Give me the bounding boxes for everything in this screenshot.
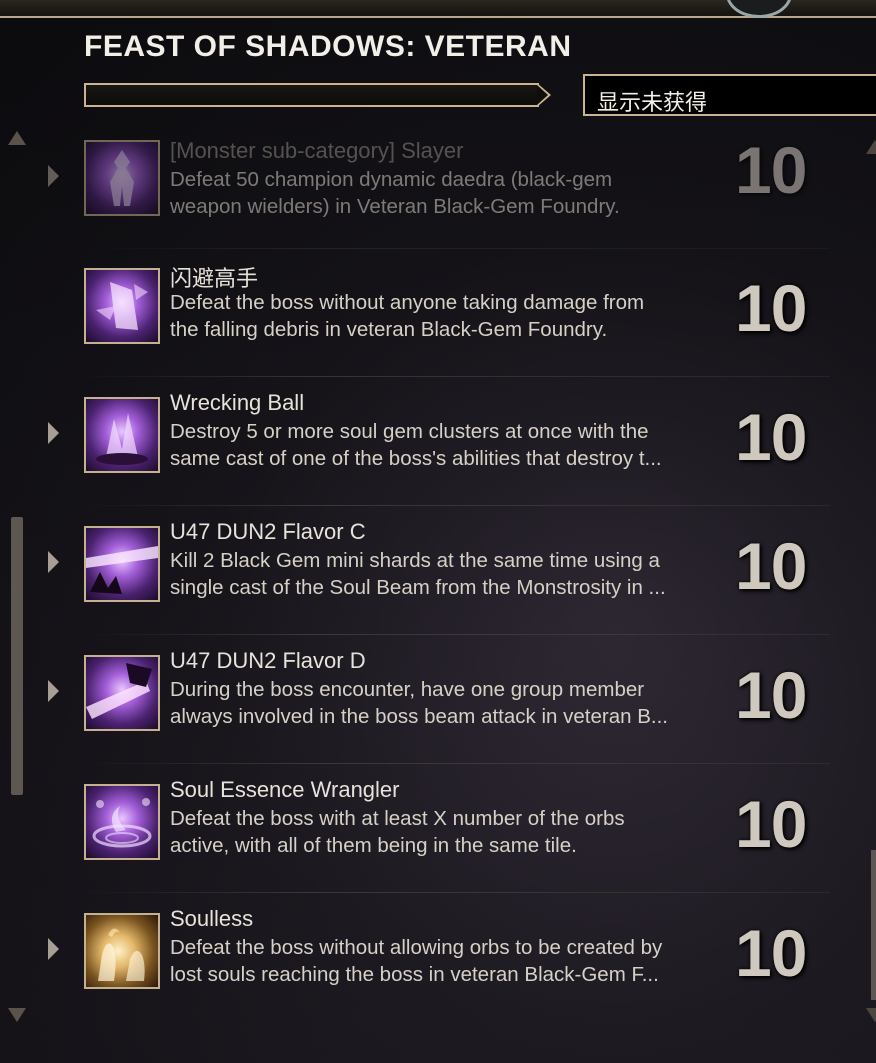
- category-progress-bar: [84, 83, 539, 107]
- scrollbar-thumb[interactable]: [11, 517, 23, 795]
- achievement-description: Destroy 5 or more soul gem clusters at o…: [170, 420, 662, 470]
- right-scrollbar-thumb[interactable]: [871, 850, 876, 1000]
- achievement-row[interactable]: [Monster sub-category] Slayer Defeat 50 …: [40, 130, 830, 250]
- achievement-points: 10: [735, 400, 807, 474]
- beam-attack-icon: [84, 655, 160, 731]
- achievement-row[interactable]: U47 DUN2 Flavor D During the boss encoun…: [40, 645, 830, 765]
- achievement-row[interactable]: U47 DUN2 Flavor C Kill 2 Black Gem mini …: [40, 516, 830, 636]
- achievement-description: During the boss encounter, have one grou…: [170, 678, 668, 728]
- expand-arrow-icon[interactable]: [48, 680, 59, 702]
- achievement-points: 10: [735, 916, 807, 990]
- scroll-up-arrow-icon[interactable]: [8, 131, 26, 145]
- achievement-points: 10: [735, 133, 807, 207]
- achievement-points: 10: [735, 787, 807, 861]
- achievement-name: Wrecking Ball: [170, 390, 305, 415]
- achievement-description: Defeat the boss without anyone taking da…: [170, 291, 645, 341]
- emblem-icon: [726, 0, 792, 18]
- filter-dropdown[interactable]: 显示未获得: [583, 74, 876, 116]
- expand-arrow-icon[interactable]: [48, 938, 59, 960]
- achievement-description: Defeat the boss without allowing orbs to…: [170, 936, 663, 986]
- armored-figure-icon: [84, 140, 160, 216]
- achievement-points: 10: [735, 529, 807, 603]
- expand-arrow-icon[interactable]: [48, 165, 59, 187]
- right-scroll-up-arrow-icon[interactable]: [866, 140, 876, 154]
- crystal-shard-icon: [84, 268, 160, 344]
- achievement-description: Defeat the boss with at least X number o…: [170, 807, 625, 857]
- category-title: FEAST OF SHADOWS: VETERAN: [84, 30, 572, 63]
- achievement-description: Kill 2 Black Gem mini shards at the same…: [170, 549, 666, 599]
- achievement-name: U47 DUN2 Flavor D: [170, 648, 366, 673]
- top-bar: [0, 0, 876, 18]
- achievement-row[interactable]: Soul Essence Wrangler Defeat the boss wi…: [40, 774, 830, 894]
- achievement-description: Defeat 50 champion dynamic daedra (black…: [170, 168, 620, 218]
- achievement-name: Soul Essence Wrangler: [170, 777, 400, 802]
- right-scroll-down-arrow-icon[interactable]: [866, 1008, 876, 1022]
- expand-arrow-icon[interactable]: [48, 551, 59, 573]
- achievement-row[interactable]: 闪避高手 Defeat the boss without anyone taki…: [40, 258, 830, 378]
- achievement-points: 10: [735, 271, 807, 345]
- achievement-row[interactable]: Wrecking Ball Destroy 5 or more soul gem…: [40, 387, 830, 507]
- expand-arrow-icon[interactable]: [48, 422, 59, 444]
- soul-beam-icon: [84, 526, 160, 602]
- achievement-row[interactable]: Soulless Defeat the boss without allowin…: [40, 903, 830, 1023]
- achievement-name: Soulless: [170, 906, 254, 931]
- crystal-cluster-icon: [84, 397, 160, 473]
- swirl-orbs-icon: [84, 784, 160, 860]
- achievement-name: U47 DUN2 Flavor C: [170, 519, 366, 544]
- lost-souls-icon: [84, 913, 160, 989]
- scroll-down-arrow-icon[interactable]: [8, 1008, 26, 1022]
- achievement-points: 10: [735, 658, 807, 732]
- achievement-name: [Monster sub-category] Slayer: [170, 138, 464, 163]
